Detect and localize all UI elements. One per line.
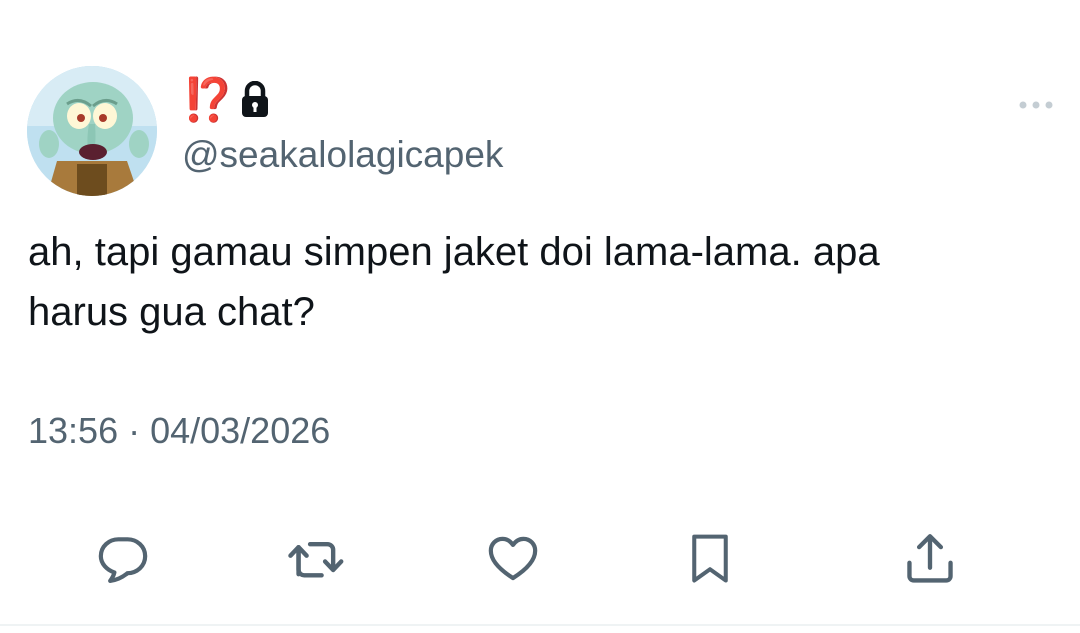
like-button[interactable] bbox=[483, 528, 543, 588]
retweet-icon bbox=[288, 541, 344, 578]
tweet-card: ⁉️ @seakalolagicapek ah, tapi gamau simp… bbox=[0, 0, 1080, 633]
name-row: ⁉️ bbox=[182, 74, 270, 126]
reply-button[interactable] bbox=[93, 528, 153, 588]
reply-icon bbox=[98, 537, 148, 583]
bookmark-icon bbox=[692, 534, 728, 583]
lock-icon bbox=[240, 81, 270, 119]
avatar[interactable] bbox=[27, 66, 157, 196]
action-bar bbox=[0, 528, 1080, 588]
user-handle[interactable]: @seakalolagicapek bbox=[182, 134, 503, 176]
share-icon bbox=[907, 534, 953, 583]
retweet-button[interactable] bbox=[287, 528, 347, 588]
divider bbox=[0, 624, 1080, 626]
display-name[interactable]: ⁉️ bbox=[182, 75, 234, 125]
tweet-text: ah, tapi gamau simpen jaket doi lama-lam… bbox=[28, 230, 880, 334]
share-button[interactable] bbox=[900, 528, 960, 588]
like-icon bbox=[488, 536, 538, 581]
bookmark-button[interactable] bbox=[680, 528, 740, 588]
more-options-icon[interactable] bbox=[1018, 95, 1054, 115]
squidward-avatar-icon bbox=[27, 66, 157, 196]
tweet-timestamp[interactable]: 13:56 · 04/03/2026 bbox=[28, 410, 330, 452]
